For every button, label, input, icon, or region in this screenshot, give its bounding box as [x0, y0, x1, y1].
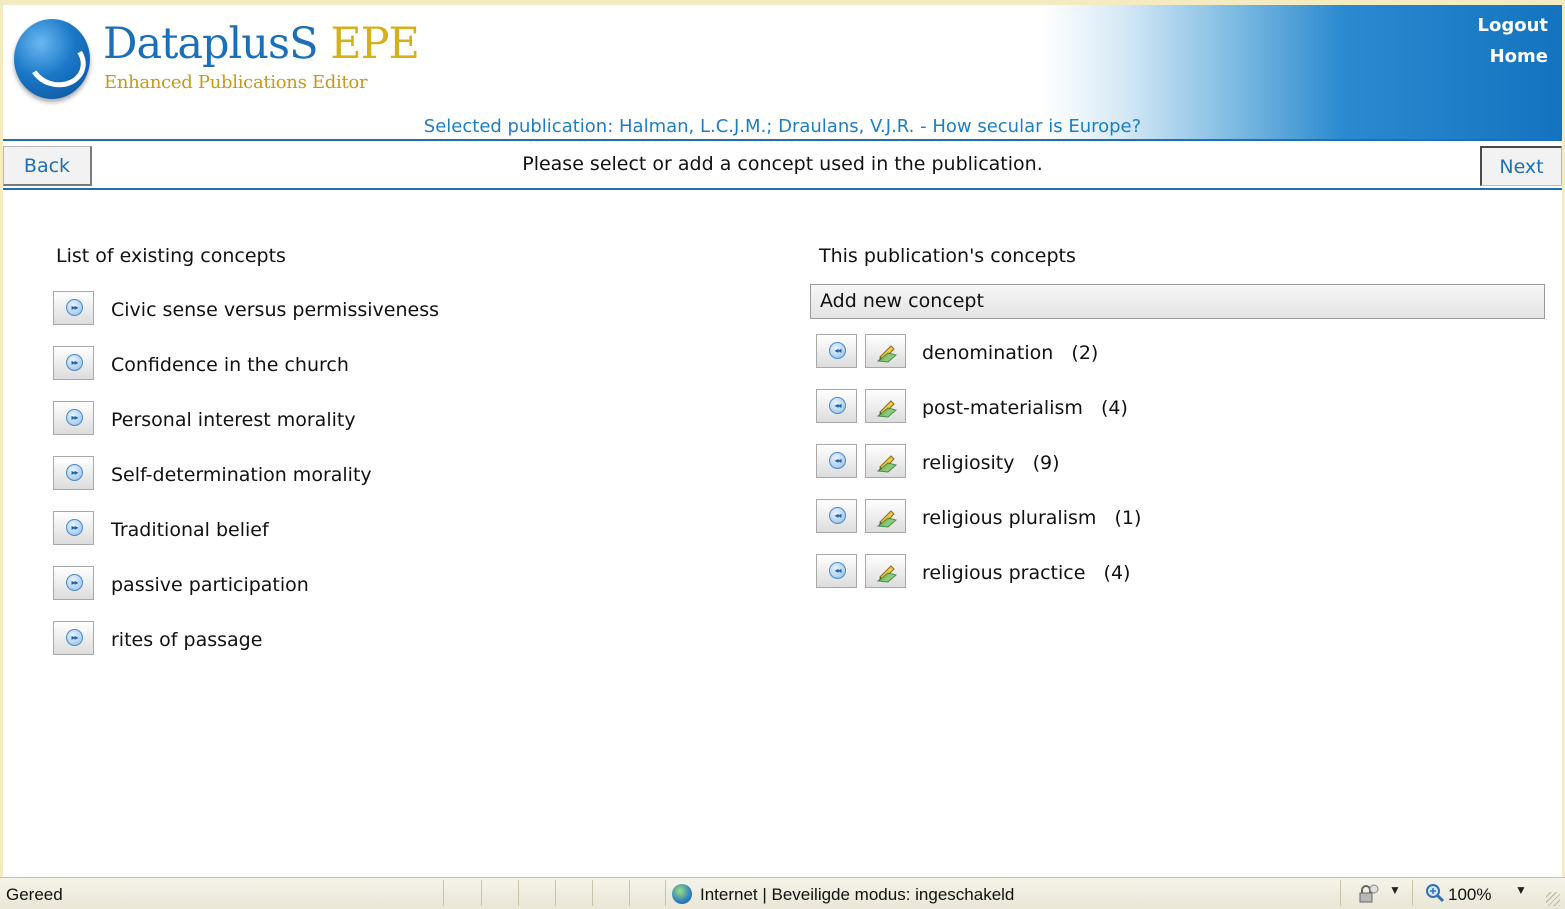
existing-concept-label: Confidence in the church — [111, 354, 349, 376]
existing-concept-label: Civic sense versus permissiveness — [111, 299, 439, 321]
publication-concept-label: post-materialism (4) — [922, 397, 1128, 419]
add-concept-button-passive-participation[interactable]: ▸▸ — [53, 566, 94, 600]
publication-concepts-heading: This publication's concepts — [819, 245, 1076, 267]
brand-name: DataplusS EPE — [103, 19, 420, 69]
nav-bar: Please select or add a concept used in t… — [3, 141, 1562, 189]
double-chevron-right-icon: ▸▸ — [66, 409, 83, 426]
security-zone-text[interactable]: Internet | Beveiligde modus: ingeschakel… — [700, 885, 1014, 905]
remove-concept-button[interactable]: ◂◂ — [816, 444, 857, 478]
add-concept-button-traditional-belief[interactable]: ▸▸ — [53, 511, 94, 545]
edit-concept-button[interactable] — [865, 444, 906, 478]
status-text: Gereed — [6, 885, 63, 904]
logout-link[interactable]: Logout — [1477, 15, 1548, 36]
add-concept-button-rites-of-passage[interactable]: ▸▸ — [53, 621, 94, 655]
remove-concept-button[interactable]: ◂◂ — [816, 389, 857, 423]
edit-concept-button[interactable] — [865, 334, 906, 368]
double-chevron-left-icon: ◂◂ — [829, 562, 846, 579]
chevron-down-icon[interactable]: ▼ — [1389, 883, 1401, 897]
remove-concept-button[interactable]: ◂◂ — [816, 334, 857, 368]
chevron-down-icon[interactable]: ▼ — [1515, 883, 1527, 897]
lock-icon[interactable] — [1355, 884, 1379, 904]
divider — [1340, 880, 1341, 906]
pencil-edit-icon — [876, 455, 898, 473]
divider — [3, 188, 1562, 190]
add-concept-button-civic-sense[interactable]: ▸▸ — [53, 291, 94, 325]
next-button[interactable]: Next — [1480, 146, 1562, 186]
publication-concept-label: religiosity (9) — [922, 452, 1060, 474]
existing-concept-label: passive participation — [111, 574, 309, 596]
add-concept-button-confidence-church[interactable]: ▸▸ — [53, 346, 94, 380]
publication-concept-label: denomination (2) — [922, 342, 1099, 364]
zoom-level[interactable]: 100% — [1448, 885, 1491, 905]
edit-concept-button[interactable] — [865, 554, 906, 588]
brand-name-part1: DataplusS — [103, 19, 319, 69]
divider — [629, 880, 630, 906]
magnifier-icon[interactable] — [1425, 883, 1445, 903]
status-bar: Gereed Internet | Beveiligde modus: inge… — [0, 877, 1565, 909]
double-chevron-right-icon: ▸▸ — [66, 299, 83, 316]
divider — [592, 880, 593, 906]
resize-grip[interactable] — [1546, 892, 1560, 906]
double-chevron-left-icon: ◂◂ — [829, 397, 846, 414]
existing-concept-label: rites of passage — [111, 629, 263, 651]
divider — [665, 880, 666, 906]
edit-concept-button[interactable] — [865, 389, 906, 423]
home-link[interactable]: Home — [1490, 46, 1548, 67]
existing-concepts-heading: List of existing concepts — [56, 245, 286, 267]
divider — [518, 880, 519, 906]
existing-concept-label: Self-determination morality — [111, 464, 372, 486]
pencil-edit-icon — [876, 345, 898, 363]
divider — [443, 880, 444, 906]
edit-concept-button[interactable] — [865, 499, 906, 533]
double-chevron-left-icon: ◂◂ — [829, 507, 846, 524]
brand-name-part2: EPE — [330, 19, 420, 69]
publication-concept-label: religious pluralism (1) — [922, 507, 1142, 529]
add-concept-button-self-determination[interactable]: ▸▸ — [53, 456, 94, 490]
double-chevron-left-icon: ◂◂ — [829, 342, 846, 359]
add-new-concept-button[interactable]: Add new concept — [810, 284, 1545, 319]
add-concept-button-personal-interest[interactable]: ▸▸ — [53, 401, 94, 435]
brand-tagline: Enhanced Publications Editor — [104, 72, 368, 93]
double-chevron-right-icon: ▸▸ — [66, 464, 83, 481]
header: DataplusS EPE Enhanced Publications Edit… — [3, 5, 1562, 139]
divider — [481, 880, 482, 906]
double-chevron-right-icon: ▸▸ — [66, 629, 83, 646]
remove-concept-button[interactable]: ◂◂ — [816, 554, 857, 588]
double-chevron-right-icon: ▸▸ — [66, 519, 83, 536]
globe-icon — [672, 884, 692, 904]
instruction-text: Please select or add a concept used in t… — [522, 153, 1043, 175]
double-chevron-right-icon: ▸▸ — [66, 354, 83, 371]
existing-concept-label: Personal interest morality — [111, 409, 356, 431]
divider — [555, 880, 556, 906]
double-chevron-left-icon: ◂◂ — [829, 452, 846, 469]
publication-concept-label: religious practice (4) — [922, 562, 1131, 584]
page: DataplusS EPE Enhanced Publications Edit… — [3, 5, 1562, 878]
selected-publication: Selected publication: Halman, L.C.J.M.; … — [423, 116, 1142, 137]
logo-icon — [14, 19, 92, 99]
double-chevron-right-icon: ▸▸ — [66, 574, 83, 591]
pencil-edit-icon — [876, 400, 898, 418]
back-button[interactable]: Back — [3, 146, 92, 186]
remove-concept-button[interactable]: ◂◂ — [816, 499, 857, 533]
divider — [1412, 880, 1413, 906]
pencil-edit-icon — [876, 510, 898, 528]
pencil-edit-icon — [876, 565, 898, 583]
existing-concept-label: Traditional belief — [111, 519, 269, 541]
